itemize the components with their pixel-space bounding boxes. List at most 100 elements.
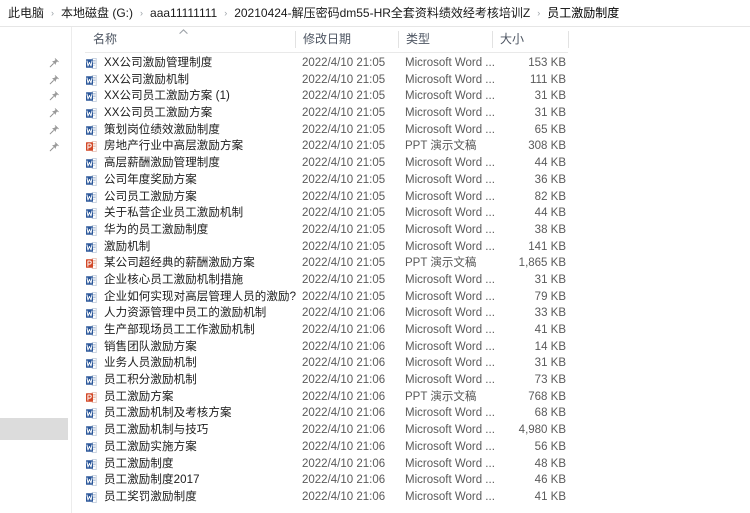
file-name[interactable]: 员工激励制度2017 [104, 472, 200, 489]
file-row[interactable]: 策划岗位绩效激励制度 2022/4/10 21:05 Microsoft Word … [85, 122, 568, 139]
file-row[interactable]: XX公司激励管理制度 2022/4/10 21:05 Microsoft Word … [85, 55, 568, 72]
breadcrumb-item[interactable]: 本地磁盘 (G:) [61, 0, 133, 26]
pin-icon[interactable] [48, 57, 60, 69]
file-row[interactable]: 业务人员激励机制 2022/4/10 21:06 Microsoft Word ..… [85, 355, 568, 372]
file-name[interactable]: 关于私营企业员工激励机制 [104, 205, 243, 222]
pin-icon[interactable] [48, 141, 60, 153]
pin-icon[interactable] [48, 124, 60, 136]
pin-icon[interactable] [48, 90, 60, 102]
file-row[interactable]: 员工激励制度2017 2022/4/10 21:06 Microsoft Word … [85, 472, 568, 489]
file-row[interactable]: 员工激励方案 2022/4/10 21:06 PPT 演示文稿 768 KB [85, 389, 568, 406]
column-divider[interactable] [568, 31, 569, 48]
file-name[interactable]: 策划岗位绩效激励制度 [104, 122, 220, 139]
file-row[interactable]: 某公司超经典的薪酬激励方案 2022/4/10 21:05 PPT 演示文稿 1,86… [85, 255, 568, 272]
word-document-icon [85, 407, 98, 420]
file-row[interactable]: 员工激励机制与技巧 2022/4/10 21:06 Microsoft Word .… [85, 422, 568, 439]
file-name[interactable]: XX公司激励管理制度 [104, 55, 212, 72]
column-header-date-modified[interactable]: 修改日期 [295, 27, 398, 52]
file-row[interactable]: 员工激励实施方案 2022/4/10 21:06 Microsoft Word ..… [85, 439, 568, 456]
file-name[interactable]: 业务人员激励机制 [104, 355, 197, 372]
file-name[interactable]: XX公司员工激励方案 (1) [104, 88, 230, 105]
file-name[interactable]: 高层薪酬激励管理制度 [104, 155, 220, 172]
file-name[interactable]: 某公司超经典的薪酬激励方案 [104, 255, 255, 272]
file-row[interactable]: XX公司员工激励方案 (1) 2022/4/10 21:05 Microsoft W… [85, 88, 568, 105]
breadcrumb-item[interactable]: aaa11111111 [150, 0, 217, 26]
file-row[interactable]: XX公司激励机制 2022/4/10 21:05 Microsoft Word ..… [85, 72, 568, 89]
file-name[interactable]: 员工积分激励机制 [104, 372, 197, 389]
file-row[interactable]: 激励机制 2022/4/10 21:05 Microsoft Word ... 141… [85, 239, 568, 256]
file-name[interactable]: 生产部现场员工工作激励机制 [104, 322, 255, 339]
powerpoint-document-icon [85, 257, 98, 270]
file-row[interactable]: 企业核心员工激励机制措施 2022/4/10 21:05 Microsoft Wor… [85, 272, 568, 289]
column-header-name[interactable]: 名称 [85, 27, 295, 52]
file-name[interactable]: 员工奖罚激励制度 [104, 489, 197, 506]
file-name[interactable]: 员工激励实施方案 [104, 439, 197, 456]
word-document-icon [85, 357, 98, 370]
file-name[interactable]: 企业如何实现对高层管理人员的激励? [104, 289, 296, 306]
file-name[interactable]: 华为的员工激励制度 [104, 222, 208, 239]
file-row[interactable]: 公司员工激励方案 2022/4/10 21:05 Microsoft Word ..… [85, 189, 568, 206]
file-row[interactable]: 房地产行业中高层激励方案 2022/4/10 21:05 PPT 演示文稿 308 K… [85, 138, 568, 155]
column-header-divider [85, 52, 568, 53]
file-name[interactable]: 销售团队激励方案 [104, 339, 197, 356]
file-name[interactable]: 人力资源管理中员工的激励机制 [104, 305, 266, 322]
file-row[interactable]: 员工奖罚激励制度 2022/4/10 21:06 Microsoft Word ..… [85, 489, 568, 506]
file-name[interactable]: 公司员工激励方案 [104, 189, 197, 206]
breadcrumb[interactable]: 此电脑 › 本地磁盘 (G:) › aaa11111111 › 20210424-解压密码d… [0, 0, 750, 26]
file-row[interactable]: 生产部现场员工工作激励机制 2022/4/10 21:06 Microsoft Wo… [85, 322, 568, 339]
word-document-icon [85, 424, 98, 437]
file-date-modified: 2022/4/10 21:06 [302, 324, 386, 336]
column-header-size[interactable]: 大小 [492, 27, 568, 52]
file-type: Microsoft Word ... [405, 90, 495, 103]
breadcrumb-item[interactable]: 员工激励制度 [547, 0, 619, 26]
file-row[interactable]: 销售团队激励方案 2022/4/10 21:06 Microsoft Word ..… [85, 339, 568, 356]
file-row[interactable]: 华为的员工激励制度 2022/4/10 21:05 Microsoft Word .… [85, 222, 568, 239]
file-explorer-window: 此电脑 › 本地磁盘 (G:) › aaa11111111 › 20210424-解压密码d… [0, 0, 750, 513]
breadcrumb-separator-icon: › [51, 8, 55, 18]
file-size: 48 KB [534, 457, 566, 470]
breadcrumb-item[interactable]: 20210424-解压密码dm55-HR全套资料绩效经考核培训Z [234, 0, 530, 26]
file-size: 768 KB [528, 390, 566, 403]
word-document-icon [85, 241, 98, 254]
file-name[interactable]: XX公司激励机制 [104, 72, 189, 89]
file-type: Microsoft Word ... [405, 357, 495, 370]
navigation-pane-item-placeholder[interactable] [0, 418, 68, 440]
file-row[interactable]: XX公司员工激励方案 2022/4/10 21:05 Microsoft Word … [85, 105, 568, 122]
file-name[interactable]: 激励机制 [104, 239, 150, 256]
file-date-modified: 2022/4/10 21:05 [302, 140, 386, 153]
file-name[interactable]: 员工激励机制与技巧 [104, 422, 208, 439]
breadcrumb-separator-icon: › [537, 8, 541, 18]
file-list[interactable]: XX公司激励管理制度 2022/4/10 21:05 Microsoft Word … [85, 55, 568, 506]
file-type: Microsoft Word ... [405, 157, 495, 170]
file-type: Microsoft Word ... [405, 440, 495, 453]
column-header-type[interactable]: 类型 [398, 27, 492, 52]
file-size: 31 KB [534, 90, 566, 103]
file-row[interactable]: 高层薪酬激励管理制度 2022/4/10 21:05 Microsoft Word … [85, 155, 568, 172]
file-date-modified: 2022/4/10 21:05 [302, 257, 386, 270]
file-name[interactable]: XX公司员工激励方案 [104, 105, 212, 122]
breadcrumb-item[interactable]: 此电脑 [8, 0, 44, 26]
file-name[interactable]: 员工激励方案 [104, 389, 174, 406]
file-date-modified: 2022/4/10 21:05 [302, 273, 386, 286]
pin-icon[interactable] [48, 107, 60, 119]
word-document-icon [85, 458, 98, 471]
file-row[interactable]: 员工激励机制及考核方案 2022/4/10 21:06 Microsoft Word… [85, 405, 568, 422]
file-row[interactable]: 关于私营企业员工激励机制 2022/4/10 21:05 Microsoft Wor… [85, 205, 568, 222]
file-row[interactable]: 员工积分激励机制 2022/4/10 21:06 Microsoft Word ..… [85, 372, 568, 389]
file-row[interactable]: 企业如何实现对高层管理人员的激励? 2022/4/10 21:05 Microsof… [85, 289, 568, 306]
file-date-modified: 2022/4/10 21:06 [302, 457, 386, 470]
file-name[interactable]: 房地产行业中高层激励方案 [104, 138, 243, 155]
file-type: PPT 演示文稿 [405, 257, 477, 270]
file-size: 308 KB [528, 140, 566, 153]
file-name[interactable]: 企业核心员工激励机制措施 [104, 272, 243, 289]
file-row[interactable]: 员工激励制度 2022/4/10 21:06 Microsoft Word ... 4… [85, 456, 568, 473]
file-name[interactable]: 员工激励制度 [104, 456, 174, 473]
pin-icon[interactable] [48, 74, 60, 86]
file-row[interactable]: 公司年度奖励方案 2022/4/10 21:05 Microsoft Word ..… [85, 172, 568, 189]
file-row[interactable]: 人力资源管理中员工的激励机制 2022/4/10 21:06 Microsoft W… [85, 305, 568, 322]
word-document-icon [85, 57, 98, 70]
file-name[interactable]: 公司年度奖励方案 [104, 172, 197, 189]
file-type: Microsoft Word ... [405, 123, 495, 136]
file-date-modified: 2022/4/10 21:06 [302, 374, 386, 387]
file-name[interactable]: 员工激励机制及考核方案 [104, 405, 232, 422]
